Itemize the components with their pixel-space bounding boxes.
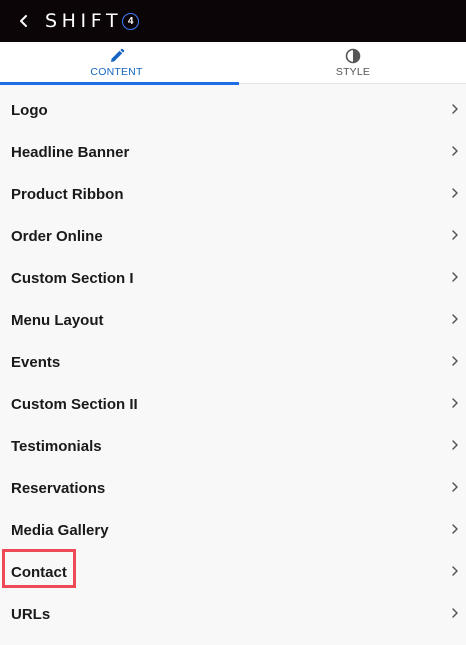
menu-item-product-ribbon[interactable]: Product Ribbon (0, 174, 466, 216)
chevron-right-icon (452, 398, 458, 408)
active-tab-indicator (0, 82, 239, 85)
menu-item-contact[interactable]: Contact (0, 552, 466, 594)
menu-item-label: Custom Section I (11, 270, 134, 287)
tab-bar: CONTENT STYLE (0, 42, 466, 85)
menu-item-label: Logo (11, 102, 48, 119)
menu-item-testimonials[interactable]: Testimonials (0, 426, 466, 468)
brand-logo: SHIFT 4 (45, 8, 140, 34)
menu-item-media-gallery[interactable]: Media Gallery (0, 510, 466, 552)
chevron-right-icon (452, 482, 458, 492)
brand-badge: 4 (122, 12, 140, 30)
chevron-right-icon (452, 524, 458, 534)
menu-item-label: Menu Layout (11, 312, 104, 329)
chevron-right-icon (452, 440, 458, 450)
chevron-right-icon (452, 230, 458, 240)
menu-item-label: Events (11, 354, 61, 371)
pencil-icon (110, 48, 124, 62)
back-button[interactable] (14, 9, 34, 33)
menu-item-label: Custom Section II (11, 396, 138, 413)
menu-item-label: Order Online (11, 228, 103, 245)
chevron-right-icon (452, 566, 458, 576)
chevron-right-icon (452, 356, 458, 366)
menu-item-label: Testimonials (11, 438, 102, 455)
menu-item-label: Reservations (11, 480, 106, 497)
menu-item-headline-banner[interactable]: Headline Banner (0, 132, 466, 174)
menu-item-custom-section-1[interactable]: Custom Section I (0, 258, 466, 300)
chevron-right-icon (452, 104, 458, 114)
menu-item-reservations[interactable]: Reservations (0, 468, 466, 510)
menu-item-logo[interactable]: Logo (0, 90, 466, 132)
menu-item-menu-layout[interactable]: Menu Layout (0, 300, 466, 342)
menu-item-events[interactable]: Events (0, 342, 466, 384)
chevron-right-icon (452, 608, 458, 618)
menu-item-label: URLs (11, 606, 51, 623)
tab-style[interactable]: STYLE (240, 42, 466, 84)
tab-content-label: CONTENT (90, 66, 143, 78)
menu-item-label: Product Ribbon (11, 186, 124, 203)
brand-text: SHIFT (45, 10, 123, 32)
menu-item-custom-section-2[interactable]: Custom Section II (0, 384, 466, 426)
chevron-right-icon (452, 146, 458, 156)
tab-style-label: STYLE (335, 66, 371, 78)
menu-item-label: Headline Banner (11, 144, 130, 161)
menu-item-label: Contact (11, 564, 67, 581)
chevron-right-icon (452, 188, 458, 198)
contrast-icon (345, 48, 361, 64)
chevron-right-icon (452, 314, 458, 324)
section-list: Logo Headline Banner Product Ribbon Orde… (0, 90, 466, 636)
chevron-right-icon (452, 272, 458, 282)
menu-item-label: Media Gallery (11, 522, 109, 539)
menu-item-order-online[interactable]: Order Online (0, 216, 466, 258)
top-bar: SHIFT 4 (0, 0, 466, 42)
chevron-left-icon (20, 15, 27, 27)
tab-content[interactable]: CONTENT (0, 42, 239, 85)
menu-item-urls[interactable]: URLs (0, 594, 466, 636)
